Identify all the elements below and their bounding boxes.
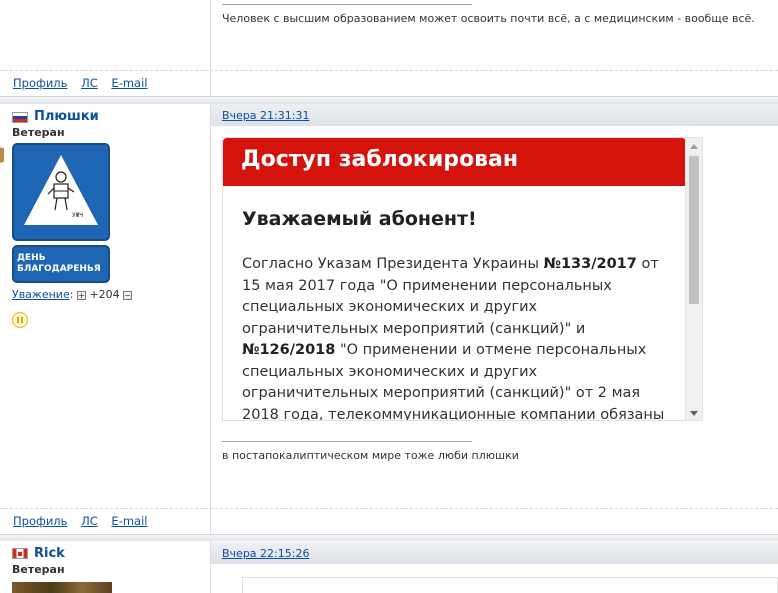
blocked-subtitle: Уважаемый абонент!: [242, 208, 477, 230]
flag-russia-icon: [12, 112, 28, 123]
stick-figure-icon: [47, 171, 75, 211]
post1-signature: Человек с высшим образованием может осво…: [222, 12, 755, 25]
username-link[interactable]: Плюшки: [34, 109, 99, 124]
scroll-thumb[interactable]: [689, 156, 699, 304]
email-link[interactable]: E-mail: [111, 514, 147, 528]
scroll-up-icon[interactable]: [690, 144, 698, 149]
frame-scrollbar[interactable]: [685, 138, 702, 420]
decree-number: №133/2017: [543, 256, 637, 272]
edge-decoration: [0, 143, 4, 167]
footer-divider: [0, 70, 778, 71]
minus-box-icon[interactable]: −: [123, 290, 133, 300]
thanksgiving-badge[interactable]: ДЕНЬ БЛАГОДАРЕНЬЯ: [12, 245, 110, 283]
post-date-link[interactable]: Вчера 21:31:31: [222, 109, 309, 122]
post2-signature: в постапокалиптическом мире тоже люби пл…: [222, 449, 519, 462]
post2-footer-links: Профиль ЛС E-mail: [13, 514, 157, 528]
pause-status-icon: [12, 312, 28, 328]
scroll-down-icon[interactable]: [690, 411, 698, 416]
respect-colon: :: [69, 288, 74, 301]
footer-divider: [0, 508, 778, 509]
blocked-body: Уважаемый абонент! Согласно Указам Прези…: [223, 186, 686, 420]
email-link[interactable]: E-mail: [111, 76, 147, 90]
signature-divider: [222, 441, 472, 442]
avatar-sign-text: УЖЧ: [72, 212, 83, 219]
post3-date-bar: Вчера 22:15:26: [211, 542, 778, 564]
post1-footer-links: Профиль ЛС E-mail: [13, 76, 157, 90]
respect-rating: Уважение: + +204 −: [12, 288, 133, 301]
forum-page: Человек с высшим образованием может осво…: [0, 0, 778, 593]
post2-date-bar: Вчера 21:31:31: [211, 104, 778, 126]
blocked-text-part: Согласно Указам Президента Украины: [242, 256, 544, 272]
blocked-title: Доступ заблокирован: [241, 147, 519, 172]
blocked-embed-frame[interactable]: Доступ заблокирован Уважаемый абонент! С…: [222, 137, 703, 421]
plus-box-icon[interactable]: +: [76, 290, 86, 300]
profile-link[interactable]: Профиль: [13, 76, 67, 90]
username-link[interactable]: Rick: [34, 546, 65, 561]
profile-link[interactable]: Профиль: [13, 514, 67, 528]
pm-link[interactable]: ЛС: [81, 76, 98, 90]
avatar[interactable]: [12, 582, 112, 593]
respect-value: +204: [89, 288, 120, 301]
respect-link[interactable]: Уважение: [12, 288, 70, 301]
flag-canada-icon: [12, 548, 28, 559]
badge-line-1: ДЕНЬ: [17, 253, 46, 263]
post-date-link[interactable]: Вчера 22:15:26: [222, 547, 309, 560]
avatar[interactable]: УЖЧ: [12, 143, 110, 241]
blocked-header: Доступ заблокирован: [223, 138, 686, 186]
pm-link[interactable]: ЛС: [81, 514, 98, 528]
user-rank: Ветеран: [12, 126, 65, 139]
post-separator: [0, 96, 778, 104]
signature-divider: [222, 4, 472, 5]
blocked-message: Согласно Указам Президента Украины №133/…: [242, 254, 672, 420]
post3-embed-frame[interactable]: [242, 577, 778, 593]
badge-line-2: БЛАГОДАРЕНЬЯ: [17, 264, 101, 274]
decree-number: №126/2018: [242, 342, 336, 358]
user-rank: Ветеран: [12, 563, 65, 576]
